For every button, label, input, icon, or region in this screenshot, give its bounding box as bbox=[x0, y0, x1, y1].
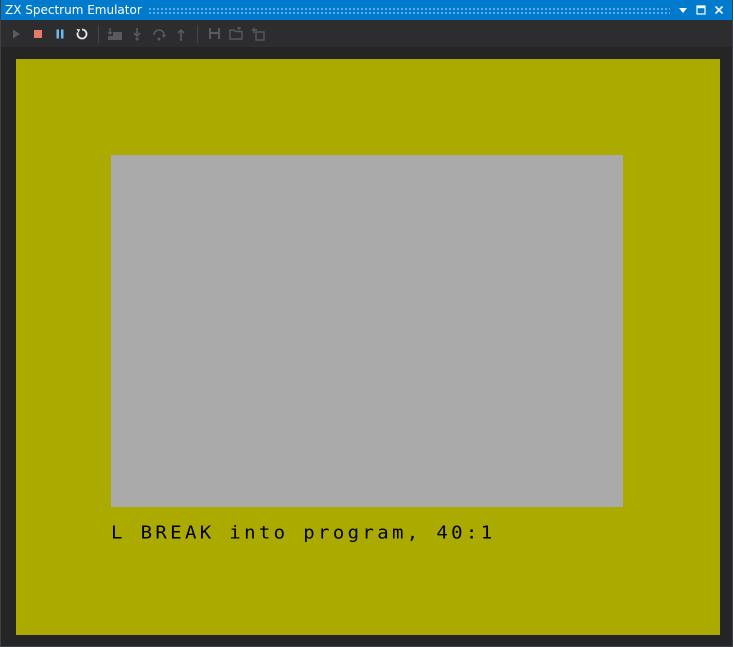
step-into-icon bbox=[107, 27, 122, 40]
step-out-button[interactable] bbox=[150, 25, 168, 43]
run-to-cursor-button[interactable] bbox=[172, 25, 190, 43]
restart-icon bbox=[76, 28, 88, 39]
step-out-icon bbox=[153, 28, 166, 40]
maximize-button[interactable] bbox=[694, 3, 708, 17]
maximize-icon bbox=[696, 5, 706, 15]
spectrum-border: L BREAK into program, 40:1 bbox=[16, 59, 720, 635]
add-icon bbox=[251, 27, 265, 41]
dropdown-icon bbox=[679, 8, 687, 13]
toolbar-separator bbox=[98, 24, 99, 43]
step-over-button[interactable] bbox=[128, 25, 146, 43]
pause-button[interactable] bbox=[51, 25, 69, 43]
close-button[interactable] bbox=[712, 3, 726, 17]
status-message: L BREAK into program, 40:1 bbox=[111, 522, 496, 544]
save-icon bbox=[208, 28, 220, 39]
step-up-icon bbox=[177, 28, 185, 41]
step-over-icon bbox=[133, 27, 141, 40]
stop-icon bbox=[34, 29, 42, 38]
open-folder-icon bbox=[228, 26, 243, 40]
toolbar-separator bbox=[197, 24, 198, 43]
save-state-button[interactable] bbox=[205, 25, 223, 43]
pause-icon bbox=[56, 29, 64, 38]
window-title: ZX Spectrum Emulator bbox=[5, 3, 142, 17]
emulator-screen-area[interactable]: L BREAK into program, 40:1 bbox=[1, 47, 732, 646]
title-grip[interactable] bbox=[147, 6, 670, 14]
title-bar[interactable]: ZX Spectrum Emulator bbox=[1, 0, 732, 20]
play-icon bbox=[13, 29, 20, 38]
start-button[interactable] bbox=[7, 25, 25, 43]
close-icon bbox=[714, 5, 724, 15]
emulator-toolbar bbox=[1, 20, 732, 47]
load-state-button[interactable] bbox=[227, 25, 245, 43]
dropdown-button[interactable] bbox=[676, 3, 690, 17]
emulator-window: ZX Spectrum Emulator L BREAK into progra… bbox=[0, 0, 733, 647]
step-into-button[interactable] bbox=[106, 25, 124, 43]
restart-button[interactable] bbox=[73, 25, 91, 43]
add-vm-button[interactable] bbox=[249, 25, 267, 43]
spectrum-paper bbox=[111, 155, 623, 507]
title-buttons bbox=[676, 3, 732, 17]
stop-button[interactable] bbox=[29, 25, 47, 43]
